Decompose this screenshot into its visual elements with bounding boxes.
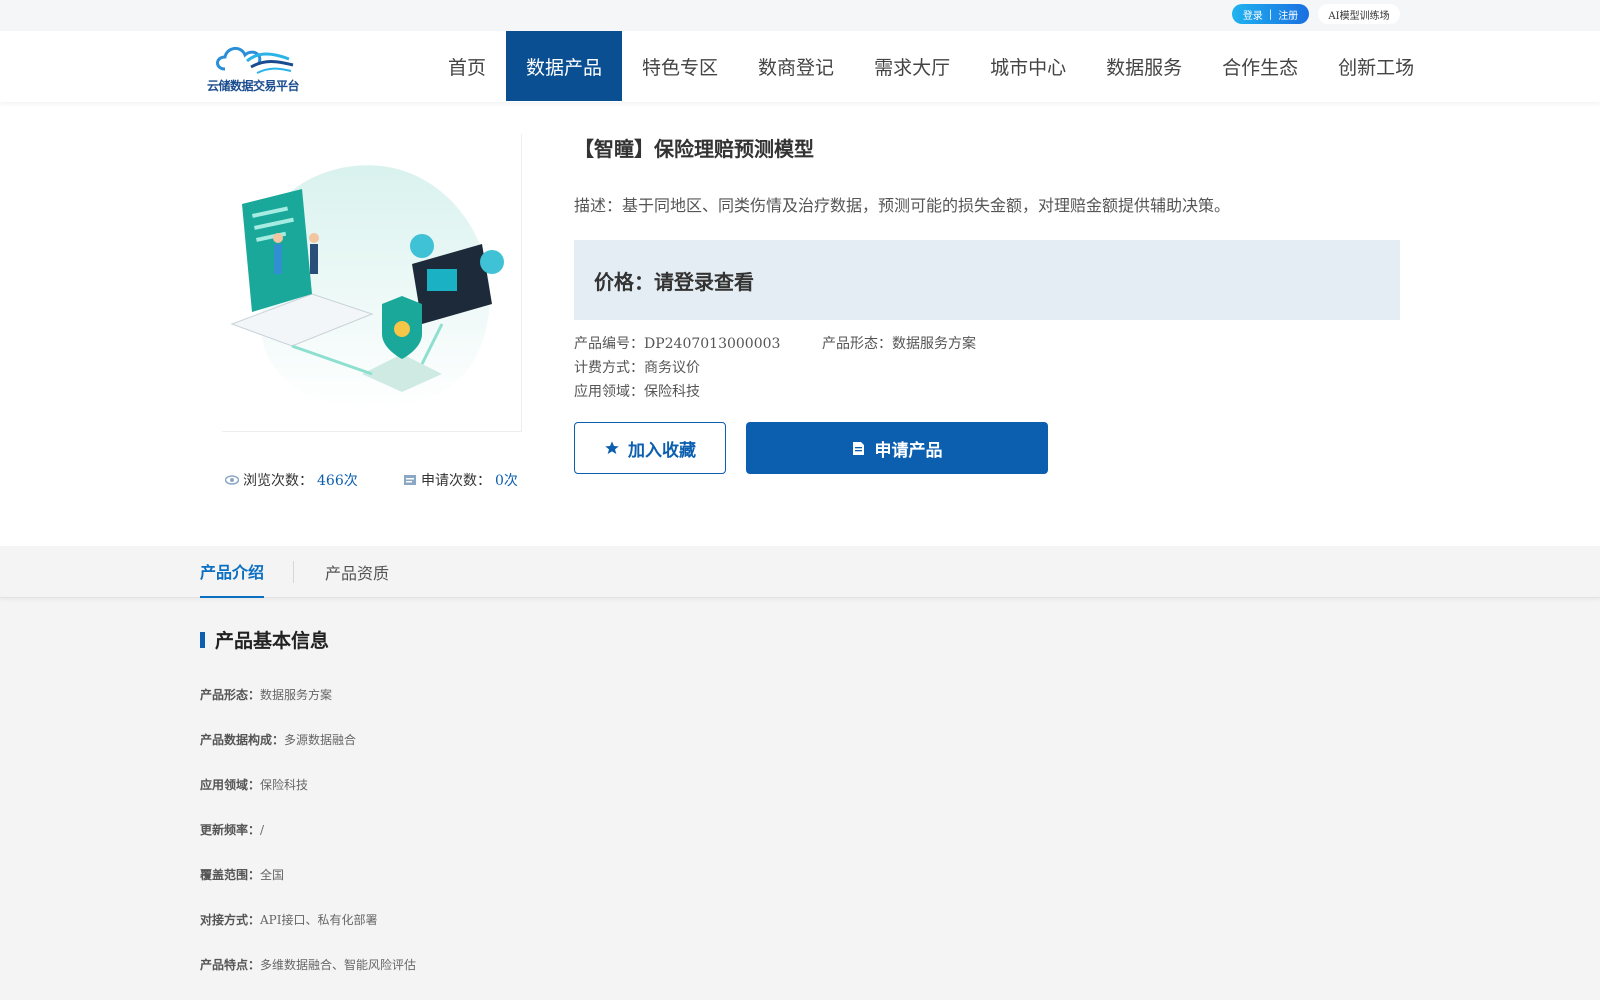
logo-text: 云储数据交易平台	[207, 79, 300, 93]
info-value: API接口、私有化部署	[260, 913, 378, 927]
billing-row: 计费方式：商务议价	[574, 357, 700, 377]
product-form-row: 产品形态：数据服务方案	[822, 333, 976, 353]
tab-product-qualification[interactable]: 产品资质	[325, 546, 389, 598]
top-utility-bar: 登录 | 注册 AI模型训练场	[0, 0, 1600, 31]
login-link[interactable]: 登录	[1243, 7, 1263, 22]
nav-home[interactable]: 首页	[428, 31, 506, 101]
nav-demand-hall[interactable]: 需求大厅	[854, 31, 970, 101]
nav-partner-ecosystem[interactable]: 合作生态	[1202, 31, 1318, 101]
tab-product-intro[interactable]: 产品介绍	[200, 546, 265, 598]
domain-label: 应用领域：	[574, 384, 644, 400]
info-row-domain: 应用领域：保险科技	[200, 776, 308, 793]
ai-training-link[interactable]: AI模型训练场	[1318, 4, 1400, 24]
info-label: 产品形态：	[200, 688, 261, 702]
product-code-label: 产品编号：	[574, 336, 644, 352]
eye-icon	[225, 475, 239, 485]
product-detail-section: 产品介绍 产品资质 产品基本信息 产品形态：数据服务方案 产品数据构成：多源数据…	[0, 546, 1600, 1000]
billing-value: 商务议价	[644, 360, 700, 376]
apply-product-button[interactable]: 申请产品	[746, 422, 1048, 474]
domain-row: 应用领域：保险科技	[574, 381, 700, 401]
detail-tabs: 产品介绍 产品资质	[0, 546, 1600, 598]
main-header: 云储数据交易平台 首页 数据产品 特色专区 数商登记 需求大厅 城市中心 数据服…	[0, 31, 1600, 102]
info-label: 产品数据构成：	[200, 733, 285, 747]
info-row-composition: 产品数据构成：多源数据融合	[200, 731, 356, 748]
auth-separator: |	[1268, 8, 1273, 20]
nav-data-services[interactable]: 数据服务	[1086, 31, 1202, 101]
info-row-frequency: 更新频率：/	[200, 821, 264, 838]
info-label: 对接方式：	[200, 913, 261, 927]
price-text: 价格：请登录查看	[594, 269, 754, 294]
info-value: 保险科技	[260, 778, 309, 792]
tab-divider	[293, 561, 294, 583]
applies-value: 0次	[495, 473, 518, 489]
basic-info-heading-text: 产品基本信息	[215, 630, 330, 652]
basic-info-heading: 产品基本信息	[200, 626, 329, 653]
product-description: 描述：基于同地区、同类伤情及治疗数据，预测可能的损失金额，对理赔金额提供辅助决策…	[574, 196, 1231, 215]
site-logo[interactable]: 云储数据交易平台	[207, 41, 302, 95]
logo-cloud-icon	[216, 47, 294, 74]
info-row-form: 产品形态：数据服务方案	[200, 686, 332, 703]
nav-featured-zone[interactable]: 特色专区	[622, 31, 738, 101]
info-value: 多维数据融合、智能风险评估	[260, 958, 417, 972]
file-icon	[852, 441, 864, 455]
document-icon	[404, 475, 416, 485]
views-stat: 浏览次数： 466次	[225, 470, 358, 490]
product-title: 【智瞳】保险理赔预测模型	[574, 137, 814, 161]
info-value: 数据服务方案	[260, 688, 333, 702]
product-code-value: DP2407013000003	[644, 336, 781, 352]
views-value: 466次	[317, 473, 358, 489]
info-value: 全国	[260, 868, 285, 882]
billing-label: 计费方式：	[574, 360, 644, 376]
nav-city-center[interactable]: 城市中心	[970, 31, 1086, 101]
domain-value: 保险科技	[644, 384, 700, 400]
info-value: 多源数据融合	[284, 733, 357, 747]
info-label: 产品特点：	[200, 958, 261, 972]
product-form-label: 产品形态：	[822, 336, 892, 352]
main-nav: 首页 数据产品 特色专区 数商登记 需求大厅 城市中心 数据服务 合作生态 创新…	[428, 31, 1434, 101]
nav-merchant-registration[interactable]: 数商登记	[738, 31, 854, 101]
applies-label: 申请次数：	[421, 473, 491, 489]
product-code-row: 产品编号：DP2407013000003	[574, 333, 780, 353]
add-to-favorites-button[interactable]: 加入收藏	[574, 422, 726, 474]
product-illustration	[222, 134, 522, 432]
applies-stat: 申请次数： 0次	[403, 470, 518, 490]
info-label: 覆盖范围：	[200, 868, 261, 882]
register-link[interactable]: 注册	[1278, 7, 1298, 22]
star-icon	[605, 441, 619, 454]
nav-innovation-workshop[interactable]: 创新工场	[1318, 31, 1434, 101]
info-label: 应用领域：	[200, 778, 261, 792]
info-row-coverage: 覆盖范围：全国	[200, 866, 284, 883]
product-form-value: 数据服务方案	[892, 336, 976, 352]
info-value: /	[260, 823, 265, 837]
favorite-button-label: 加入收藏	[628, 440, 696, 461]
info-row-features: 产品特点：多维数据融合、智能风险评估	[200, 956, 416, 973]
views-label: 浏览次数：	[243, 473, 313, 489]
heading-accent-bar	[200, 631, 205, 648]
info-label: 更新频率：	[200, 823, 261, 837]
apply-button-label: 申请产品	[874, 440, 943, 461]
nav-data-products[interactable]: 数据产品	[506, 31, 623, 101]
price-box: 价格：请登录查看	[574, 240, 1400, 320]
auth-pill: 登录 | 注册	[1232, 4, 1309, 24]
info-row-integration: 对接方式：API接口、私有化部署	[200, 911, 378, 928]
